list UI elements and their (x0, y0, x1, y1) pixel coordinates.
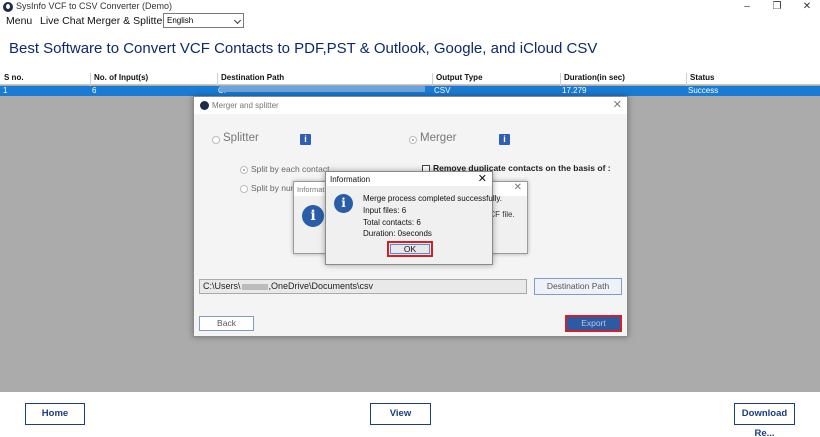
info-icon: i (334, 194, 353, 213)
split-num-radio[interactable] (240, 185, 248, 193)
cell-output-type: CSV (434, 86, 451, 95)
grid-header: S no. No. of Input(s) Destination Path O… (0, 72, 820, 86)
table-row[interactable]: 1 6 C: CSV 17.279 Success (0, 86, 820, 96)
redacted-path (220, 86, 425, 92)
message-line: Duration: 0seconds (363, 229, 432, 238)
merger-info-icon[interactable]: i (499, 134, 510, 145)
message-line: Merge process completed successfully. (363, 194, 503, 203)
column-divider (560, 73, 561, 86)
maximize-button[interactable]: ❐ (766, 0, 788, 14)
column-divider (686, 73, 687, 86)
column-header-destination[interactable]: Destination Path (221, 73, 284, 82)
column-divider (217, 73, 218, 86)
path-prefix: C:\Users\ (203, 281, 241, 291)
destination-path-field[interactable]: C:\Users\ ,OneDrive\Documents\csv (199, 279, 527, 294)
page-title: Best Software to Convert VCF Contacts to… (9, 40, 598, 57)
app-logo-icon (3, 2, 13, 12)
message-line: Input files: 6 (363, 206, 407, 215)
menu-item-menu[interactable]: Menu (6, 15, 32, 27)
column-header-output-type[interactable]: Output Type (436, 73, 483, 82)
dialog-title: Merger and splitter (212, 101, 279, 110)
language-select[interactable]: English (163, 13, 244, 28)
redacted-username (241, 283, 268, 290)
split-num-label: Split by num (251, 183, 298, 193)
column-divider (90, 73, 91, 86)
close-button[interactable]: ✕ (796, 0, 818, 14)
minimize-button[interactable]: – (736, 0, 758, 14)
dialog-close-button[interactable]: ✕ (613, 98, 622, 111)
cell-status: Success (688, 86, 719, 95)
chevron-down-icon (233, 16, 242, 25)
path-suffix: ,OneDrive\Documents\csv (268, 281, 374, 291)
column-header-status[interactable]: Status (690, 73, 714, 82)
cell-inputs: 6 (92, 86, 97, 95)
dialog-close-button[interactable]: ✕ (478, 172, 487, 185)
menu-item-merger-splitter[interactable]: Merger & Splitter (87, 15, 166, 27)
export-button[interactable]: Export (565, 315, 622, 332)
splitter-radio[interactable] (212, 136, 220, 144)
dialog-body: i Merge process completed successfully. … (326, 186, 502, 264)
information-dialog: Information ✕ i Merge process completed … (325, 171, 502, 265)
cell-duration: 17.279 (562, 86, 587, 95)
menu-bar: Menu Live Chat Merger & Splitter (0, 14, 820, 29)
merger-label: Merger (420, 132, 457, 144)
splitter-info-icon[interactable]: i (300, 134, 311, 145)
ok-button[interactable]: OK (387, 241, 433, 257)
split-each-label: Split by each contact (251, 164, 330, 174)
home-button[interactable]: Home (25, 403, 85, 425)
column-header-duration[interactable]: Duration(in sec) (564, 73, 625, 82)
column-header-sno[interactable]: S no. (4, 73, 24, 82)
split-each-radio[interactable] (240, 166, 248, 174)
dialog-title: Information (330, 175, 371, 184)
merger-radio[interactable] (409, 136, 417, 144)
destination-path-button[interactable]: Destination Path (534, 278, 622, 295)
back-button[interactable]: Back (199, 316, 254, 331)
title-bar: SysInfo VCF to CSV Converter (Demo) – ❐ … (0, 0, 820, 14)
download-report-button[interactable]: Download Re... (734, 403, 795, 437)
column-divider (432, 73, 433, 86)
cell-sno: 1 (3, 86, 8, 95)
splitter-label: Splitter (223, 132, 259, 144)
window-title: SysInfo VCF to CSV Converter (Demo) (16, 1, 173, 11)
info-icon: i (302, 205, 324, 227)
dialog-close-button[interactable]: ✕ (514, 182, 522, 193)
language-select-value: English (167, 16, 194, 25)
column-header-inputs[interactable]: No. of Input(s) (94, 73, 148, 82)
view-button[interactable]: View (370, 403, 431, 425)
message-line: Total contacts: 6 (363, 218, 421, 227)
menu-item-live-chat[interactable]: Live Chat (40, 15, 84, 27)
bottom-toolbar: Home View Download Re... (0, 392, 820, 437)
app-logo-icon (200, 101, 209, 110)
